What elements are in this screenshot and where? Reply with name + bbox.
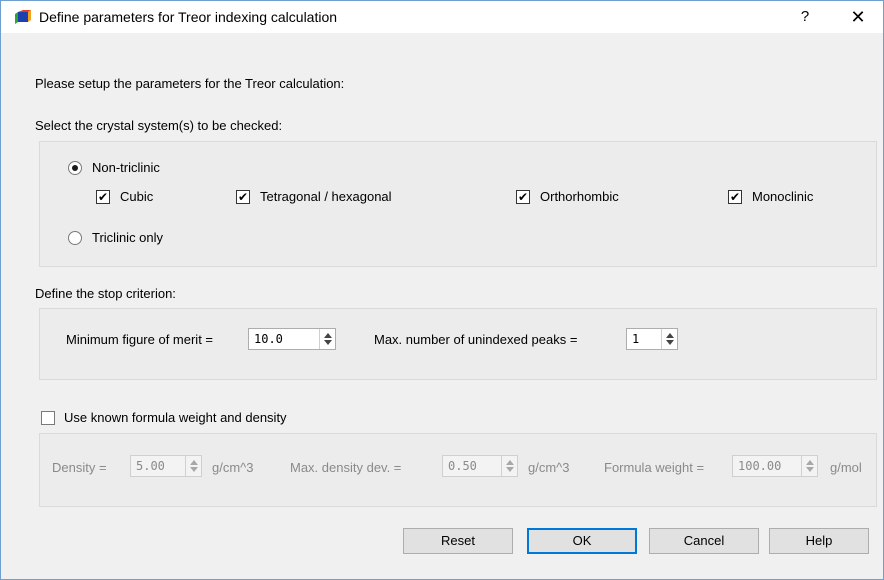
fom-spin-arrows[interactable] [319, 329, 335, 349]
formula-group: Density = g/cm^3 Max. density dev. = g/c… [39, 433, 877, 507]
window-title: Define parameters for Treor indexing cal… [39, 9, 338, 25]
triclinic-only-radio[interactable] [68, 231, 82, 245]
fom-spinbox[interactable] [248, 328, 336, 350]
spin-down-icon[interactable] [506, 467, 514, 472]
dialog-window: Define parameters for Treor indexing cal… [0, 0, 884, 580]
use-formula-checkbox[interactable] [41, 411, 55, 425]
use-formula-label[interactable]: Use known formula weight and density [64, 410, 287, 425]
density-unit: g/cm^3 [212, 460, 254, 475]
density-input[interactable] [131, 456, 185, 476]
spin-up-icon[interactable] [666, 333, 674, 338]
max-unindexed-label: Max. number of unindexed peaks = [374, 332, 578, 347]
spin-up-icon[interactable] [190, 460, 198, 465]
max-unindexed-input[interactable] [627, 329, 661, 349]
orthorhombic-checkbox[interactable]: ✔ [516, 190, 530, 204]
crystal-system-group: Non-triclinic ✔ Cubic ✔ Tetragonal / hex… [39, 141, 877, 267]
triclinic-only-label[interactable]: Triclinic only [92, 230, 163, 245]
crystal-heading: Select the crystal system(s) to be check… [35, 118, 283, 133]
spin-down-icon[interactable] [324, 340, 332, 345]
max-density-dev-spinbox[interactable] [442, 455, 518, 477]
spin-up-icon[interactable] [324, 333, 332, 338]
formula-weight-unit: g/mol [830, 460, 862, 475]
help-button[interactable]: Help [769, 528, 869, 554]
close-icon[interactable]: ✕ [843, 5, 873, 29]
spin-up-icon[interactable] [806, 460, 814, 465]
orthorhombic-label[interactable]: Orthorhombic [540, 189, 619, 204]
non-triclinic-label[interactable]: Non-triclinic [92, 160, 160, 175]
formula-weight-label: Formula weight = [604, 460, 705, 475]
fom-label: Minimum figure of merit = [66, 332, 214, 347]
title-help-button[interactable]: ? [793, 5, 817, 29]
formula-weight-spin-arrows[interactable] [801, 456, 817, 476]
max-density-dev-spin-arrows[interactable] [501, 456, 517, 476]
max-density-dev-input[interactable] [443, 456, 501, 476]
density-spinbox[interactable] [130, 455, 202, 477]
monoclinic-checkbox[interactable]: ✔ [728, 190, 742, 204]
spin-up-icon[interactable] [506, 460, 514, 465]
max-unindexed-spin-arrows[interactable] [661, 329, 677, 349]
tetragonal-hexagonal-checkbox[interactable]: ✔ [236, 190, 250, 204]
formula-weight-spinbox[interactable] [732, 455, 818, 477]
stop-criterion-heading: Define the stop criterion: [35, 286, 176, 301]
density-spin-arrows[interactable] [185, 456, 201, 476]
spin-down-icon[interactable] [666, 340, 674, 345]
title-bar: Define parameters for Treor indexing cal… [1, 1, 883, 33]
stop-criterion-group: Minimum figure of merit = Max. number of… [39, 308, 877, 380]
max-density-dev-label: Max. density dev. = [290, 460, 402, 475]
app-icon [15, 10, 31, 24]
fom-input[interactable] [249, 329, 319, 349]
spin-down-icon[interactable] [806, 467, 814, 472]
max-density-dev-unit: g/cm^3 [528, 460, 570, 475]
monoclinic-label[interactable]: Monoclinic [752, 189, 813, 204]
formula-weight-input[interactable] [733, 456, 801, 476]
cancel-button[interactable]: Cancel [649, 528, 759, 554]
reset-button[interactable]: Reset [403, 528, 513, 554]
max-unindexed-spinbox[interactable] [626, 328, 678, 350]
cubic-label[interactable]: Cubic [120, 189, 153, 204]
intro-text: Please setup the parameters for the Treo… [35, 76, 345, 91]
cubic-checkbox[interactable]: ✔ [96, 190, 110, 204]
density-label: Density = [52, 460, 107, 475]
non-triclinic-radio[interactable] [68, 161, 82, 175]
spin-down-icon[interactable] [190, 467, 198, 472]
tetragonal-hexagonal-label[interactable]: Tetragonal / hexagonal [260, 189, 392, 204]
ok-button[interactable]: OK [527, 528, 637, 554]
